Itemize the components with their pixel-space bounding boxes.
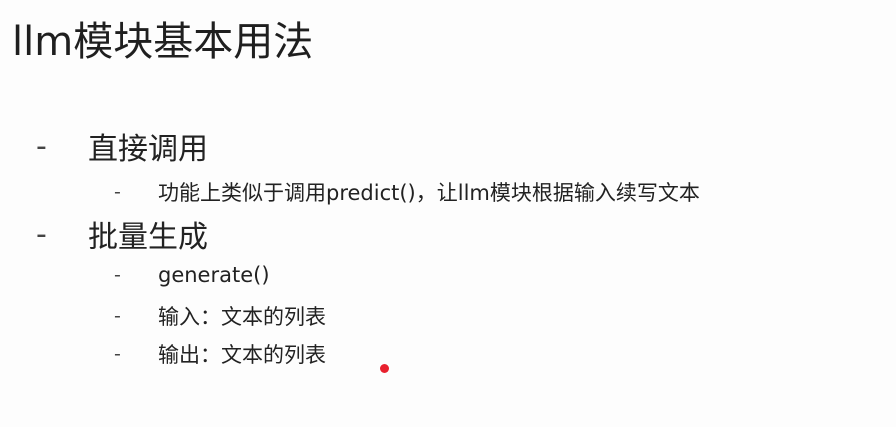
bullet-level2-item: - 输出：文本的列表 bbox=[114, 339, 326, 369]
bullet-dash: - bbox=[36, 128, 47, 164]
bullet-text: generate() bbox=[158, 263, 270, 287]
bullet-label: 直接调用 bbox=[88, 132, 208, 167]
bullet-dash: - bbox=[114, 181, 121, 203]
bullet-level2-item: - generate() bbox=[114, 263, 270, 287]
bullet-text: 输出：文本的列表 bbox=[158, 343, 326, 367]
bullet-label: 批量生成 bbox=[88, 220, 208, 255]
bullet-dash: - bbox=[36, 216, 47, 252]
bullet-dash: - bbox=[114, 264, 121, 286]
laser-pointer-dot bbox=[380, 364, 389, 373]
bullet-dash: - bbox=[114, 343, 121, 365]
bullet-level2-item: - 功能上类似于调用predict()，让llm模块根据输入续写文本 bbox=[114, 177, 700, 207]
bullet-level1-batch-generate: - 批量生成 bbox=[36, 212, 208, 256]
bullet-level2-item: - 输入：文本的列表 bbox=[114, 301, 326, 331]
slide: llm模块基本用法 - 直接调用 - 功能上类似于调用predict()，让ll… bbox=[0, 0, 896, 427]
bullet-text: 输入：文本的列表 bbox=[158, 305, 326, 329]
bullet-dash: - bbox=[114, 305, 121, 327]
bullet-text: 功能上类似于调用predict()，让llm模块根据输入续写文本 bbox=[158, 181, 700, 205]
bullet-level1-direct-call: - 直接调用 bbox=[36, 124, 208, 168]
slide-title: llm模块基本用法 bbox=[12, 19, 314, 65]
